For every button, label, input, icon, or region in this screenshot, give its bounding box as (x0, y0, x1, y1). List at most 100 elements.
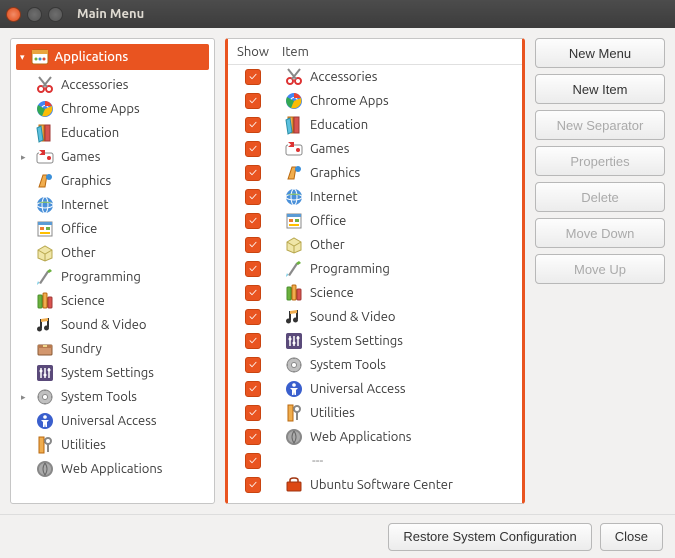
item-label: Universal Access (310, 382, 522, 396)
tree-item[interactable]: Internet (11, 193, 214, 217)
settings-icon (35, 363, 55, 383)
window-minimize-button[interactable] (27, 7, 42, 22)
tree-item[interactable]: Office (11, 217, 214, 241)
tree-item-label: Graphics (61, 174, 111, 188)
show-checkbox[interactable]: ✓ (245, 141, 261, 157)
column-header-item[interactable]: Item (278, 45, 522, 59)
prog-icon (284, 259, 304, 279)
item-label: Graphics (310, 166, 522, 180)
list-item[interactable]: ✓Ubuntu Software Center (228, 473, 522, 497)
list-item[interactable]: ✓ Accessories (228, 65, 522, 89)
show-checkbox[interactable]: ✓ (245, 93, 261, 109)
tree-item[interactable]: Programming (11, 265, 214, 289)
show-checkbox[interactable]: ✓ (245, 69, 261, 85)
move-down-button[interactable]: Move Down (535, 218, 665, 248)
restore-button[interactable]: Restore System Configuration (388, 523, 591, 551)
expand-icon[interactable]: ▸ (21, 152, 29, 163)
tree-item[interactable]: Sound & Video (11, 313, 214, 337)
tree-item[interactable]: Education (11, 121, 214, 145)
tree-item[interactable]: System Settings (11, 361, 214, 385)
list-item[interactable]: ✓ Graphics (228, 161, 522, 185)
tree-item[interactable]: Science (11, 289, 214, 313)
list-item[interactable]: ✓Science (228, 281, 522, 305)
tree-item-label: Universal Access (61, 414, 156, 428)
list-item[interactable]: ✓System Settings (228, 329, 522, 353)
tree-item[interactable]: Universal Access (11, 409, 214, 433)
show-checkbox[interactable]: ✓ (245, 165, 261, 181)
tree-item[interactable]: Utilities (11, 433, 214, 457)
show-checkbox[interactable]: ✓ (245, 357, 261, 373)
tree-item-label: Internet (61, 198, 109, 212)
list-item[interactable]: ✓Office (228, 209, 522, 233)
list-item[interactable]: ✓Chrome Apps (228, 89, 522, 113)
footer: Restore System Configuration Close (0, 514, 675, 558)
items-list-panel: Show Item ✓Accessories✓Chrome Apps✓Educa… (225, 38, 525, 504)
tree-root-applications[interactable]: ▾ Applications (16, 44, 209, 70)
show-checkbox[interactable]: ✓ (245, 453, 261, 469)
item-label: System Tools (310, 358, 522, 372)
show-checkbox[interactable]: ✓ (245, 285, 261, 301)
tree-item[interactable]: ▸System Tools (11, 385, 214, 409)
tree-item-label: Web Applications (61, 462, 162, 476)
tree-item[interactable]: Graphics (11, 169, 214, 193)
list-item[interactable]: ✓Sound & Video (228, 305, 522, 329)
tree-item[interactable]: Accessories (11, 73, 214, 97)
show-checkbox[interactable]: ✓ (245, 333, 261, 349)
item-label: Web Applications (310, 430, 522, 444)
show-checkbox[interactable]: ✓ (245, 405, 261, 421)
list-item[interactable]: ✓Programming (228, 257, 522, 281)
show-checkbox[interactable]: ✓ (245, 237, 261, 253)
expand-icon[interactable]: ▸ (21, 392, 29, 403)
sundry-icon (35, 339, 55, 359)
show-checkbox[interactable]: ✓ (245, 429, 261, 445)
tree-item[interactable]: Other (11, 241, 214, 265)
list-item[interactable]: ✓Utilities (228, 401, 522, 425)
tree-item-label: System Settings (61, 366, 154, 380)
webapp-icon (35, 459, 55, 479)
scissors-icon (284, 67, 304, 87)
list-item[interactable]: ✓ Games (228, 137, 522, 161)
window-maximize-button[interactable] (48, 7, 63, 22)
applications-icon (30, 47, 50, 67)
move-up-button[interactable]: Move Up (535, 254, 665, 284)
tree-item[interactable]: Web Applications (11, 457, 214, 481)
new-separator-button[interactable]: New Separator (535, 110, 665, 140)
show-checkbox[interactable]: ✓ (245, 261, 261, 277)
media-icon (284, 307, 304, 327)
util-icon (35, 435, 55, 455)
tree-item-label: Programming (61, 270, 141, 284)
edu-icon (284, 115, 304, 135)
show-checkbox[interactable]: ✓ (245, 189, 261, 205)
chrome-icon (284, 91, 304, 111)
column-header-show[interactable]: Show (228, 45, 278, 59)
items-header: Show Item (228, 39, 522, 65)
tree-item[interactable]: Sundry (11, 337, 214, 361)
show-checkbox[interactable]: ✓ (245, 381, 261, 397)
prog-icon (35, 267, 55, 287)
delete-button[interactable]: Delete (535, 182, 665, 212)
item-label: Education (310, 118, 522, 132)
tree-item-label: Chrome Apps (61, 102, 140, 116)
properties-button[interactable]: Properties (535, 146, 665, 176)
list-item[interactable]: ✓ Universal Access (228, 377, 522, 401)
list-item[interactable]: ✓Internet (228, 185, 522, 209)
show-checkbox[interactable]: ✓ (245, 309, 261, 325)
new-item-button[interactable]: New Item (535, 74, 665, 104)
games-icon (35, 147, 55, 167)
new-menu-button[interactable]: New Menu (535, 38, 665, 68)
other-icon (35, 243, 55, 263)
list-item[interactable]: ✓--- (228, 449, 522, 473)
list-item[interactable]: ✓ Education (228, 113, 522, 137)
list-item[interactable]: ✓ System Tools (228, 353, 522, 377)
show-checkbox[interactable]: ✓ (245, 477, 261, 493)
close-button[interactable]: Close (600, 523, 663, 551)
show-checkbox[interactable]: ✓ (245, 213, 261, 229)
list-item[interactable]: ✓Other (228, 233, 522, 257)
item-label: Accessories (310, 70, 522, 84)
tree-item[interactable]: ▸Games (11, 145, 214, 169)
show-checkbox[interactable]: ✓ (245, 117, 261, 133)
window-close-button[interactable] (6, 7, 21, 22)
tree-item[interactable]: Chrome Apps (11, 97, 214, 121)
list-item[interactable]: ✓ Web Applications (228, 425, 522, 449)
item-label: Games (310, 142, 522, 156)
